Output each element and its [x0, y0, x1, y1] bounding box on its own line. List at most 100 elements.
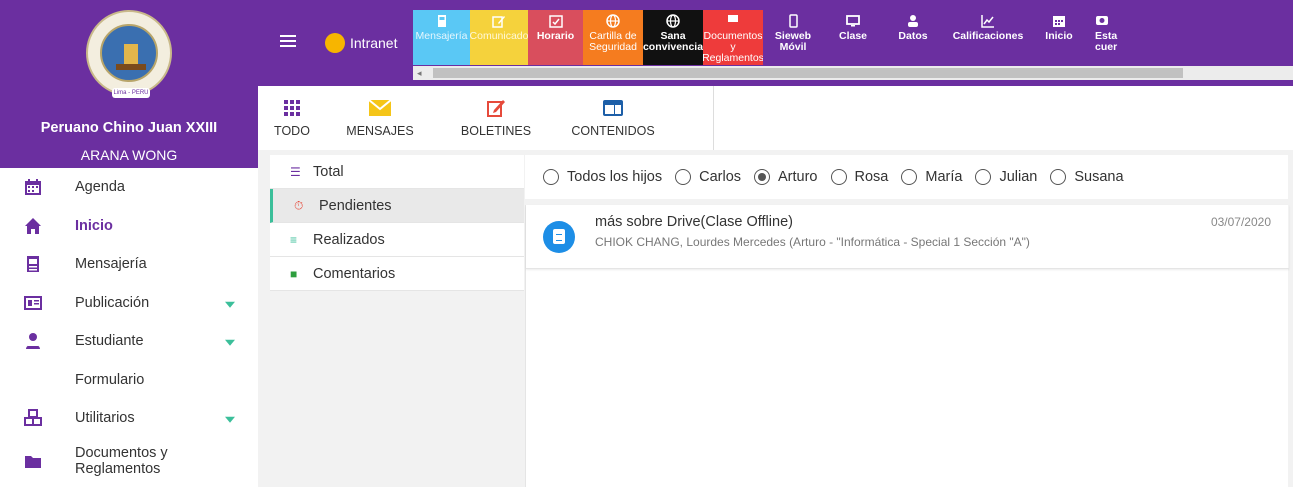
tabs-scrollbar[interactable]: ◂ [413, 66, 1293, 80]
radio-label: Carlos [699, 169, 742, 185]
calendar-icon [1053, 16, 1065, 27]
tab-documentos[interactable]: Documentos y Reglamentos [703, 10, 763, 65]
monitor-icon [846, 15, 860, 27]
newspaper-icon [24, 295, 42, 310]
chevron-down-icon[interactable] [225, 417, 235, 424]
logo-ribbon: Lima - PERU [112, 88, 150, 98]
top-navbar: Intranet Mensajería Comunicado Horario C… [258, 0, 1293, 86]
ship-sail-icon [124, 44, 138, 66]
chevron-down-icon[interactable] [225, 301, 235, 308]
intranet-label[interactable]: Intranet [350, 35, 397, 51]
tab-comunicado[interactable]: Comunicado [470, 10, 528, 65]
sidebar-item-inicio[interactable]: Inicio [0, 207, 258, 246]
status-label: Pendientes [319, 197, 392, 214]
sidebar: Lima - PERU Peruano Chino Juan XXIII ARA… [0, 0, 258, 487]
tab-clase[interactable]: Clase [823, 10, 883, 65]
status-comentarios[interactable]: ■ Comentarios [270, 257, 524, 291]
envelope-icon [27, 256, 39, 273]
status-realizados[interactable]: ≡ Realizados [270, 223, 524, 257]
calendar-icon [25, 179, 41, 196]
edit-icon [487, 100, 505, 117]
chevron-down-icon[interactable] [225, 340, 235, 347]
chart-line-icon [981, 15, 994, 28]
radio-julian[interactable] [975, 169, 992, 185]
user-name: ARANA WONG [80, 147, 178, 163]
school-seal [100, 24, 158, 82]
tab-datos[interactable]: Datos [883, 10, 943, 65]
message-date: 03/07/2020 [1210, 215, 1271, 229]
sidebar-item-documentos[interactable]: Documentos y Reglamentos [0, 438, 258, 484]
school-logo: Lima - PERU [86, 10, 172, 98]
category-bar-fill [713, 86, 1293, 150]
sidebar-item-label: Formulario [75, 371, 145, 388]
sidebar-item-label: Mensajería [75, 256, 147, 273]
radio-label: Arturo [778, 169, 818, 185]
window-icon [603, 100, 623, 116]
ship-hull-icon [116, 64, 146, 70]
tab-horario[interactable]: Horario [528, 10, 583, 65]
children-filter: Todos los hijos Carlos Arturo Rosa María… [525, 155, 1288, 199]
user-icon [908, 15, 918, 27]
status-list: ☰ Total ⏱ Pendientes ≡ Realizados ■ Come… [270, 155, 524, 291]
radio-maria[interactable] [901, 169, 918, 185]
hamburger-menu-icon[interactable] [280, 35, 296, 47]
category-boletines[interactable]: BOLETINES [434, 86, 558, 150]
radio-carlos[interactable] [675, 169, 692, 185]
intranet-dot-icon [325, 33, 345, 53]
scroll-left-icon[interactable]: ◂ [417, 68, 422, 79]
sidebar-item-mensajeria[interactable]: Mensajería [0, 245, 258, 284]
sidebar-item-agenda[interactable]: Agenda [0, 168, 258, 207]
status-label: Realizados [313, 231, 385, 248]
radio-susana[interactable] [1050, 169, 1067, 185]
tab-sieweb-movil[interactable]: Sieweb Móvil [763, 10, 823, 65]
cubes-icon [24, 409, 42, 427]
category-label: TODO [274, 124, 310, 138]
globe-icon [606, 14, 620, 28]
category-todo[interactable]: TODO [258, 86, 326, 150]
category-contenidos[interactable]: CONTENIDOS [558, 86, 668, 150]
radio-todos[interactable] [543, 169, 559, 185]
radio-rosa[interactable] [830, 169, 847, 185]
sidebar-item-label: Agenda [75, 179, 125, 196]
school-name: Peruano Chino Juan XXIII [40, 120, 218, 136]
calendar-check-icon [548, 15, 563, 28]
status-pendientes[interactable]: ⏱ Pendientes [270, 189, 524, 223]
sidebar-item-label: Inicio [75, 217, 113, 234]
radio-arturo[interactable] [754, 169, 771, 185]
home-icon [25, 217, 41, 234]
message-item[interactable]: más sobre Drive(Clase Offline) CHIOK CHA… [526, 205, 1289, 269]
mobile-icon [789, 14, 798, 28]
globe-icon [666, 14, 680, 28]
category-mensajes[interactable]: MENSAJES [326, 86, 434, 150]
sidebar-item-label: Documentos y Reglamentos [75, 444, 168, 477]
category-bar: TODO MENSAJES BOLETINES CONTENIDOS [258, 86, 713, 150]
grid-icon [284, 100, 300, 116]
tab-inicio[interactable]: Inicio [1033, 10, 1085, 65]
sidebar-menu: Agenda Inicio Mensajería Publicación Est… [0, 168, 258, 484]
radio-label: Todos los hijos [567, 169, 663, 185]
status-label: Comentarios [313, 265, 396, 282]
scrollbar-thumb[interactable] [433, 68, 1183, 78]
sidebar-item-utilitarios[interactable]: Utilitarios [0, 399, 258, 438]
folder-icon [728, 15, 738, 22]
message-title[interactable]: más sobre Drive(Clase Offline) [595, 214, 793, 230]
sidebar-item-publicacion[interactable]: Publicación [0, 284, 258, 323]
status-total[interactable]: ☰ Total [270, 155, 524, 189]
tab-sana-convivencia[interactable]: Sana convivencia [643, 10, 703, 65]
sidebar-item-estudiante[interactable]: Estudiante [0, 322, 258, 361]
sidebar-item-label: Utilitarios [75, 410, 135, 427]
tab-cartilla[interactable]: Cartilla de Seguridad [583, 10, 643, 65]
tab-calificaciones[interactable]: Calificaciones [943, 10, 1033, 65]
sidebar-item-formulario[interactable]: Formulario [0, 361, 258, 400]
envelope-icon [437, 15, 446, 27]
module-tabs: Mensajería Comunicado Horario Cartilla d… [413, 10, 1133, 65]
category-label: MENSAJES [346, 124, 414, 138]
message-subtitle: CHIOK CHANG, Lourdes Mercedes (Arturo - … [595, 235, 1030, 249]
check-list-icon: ≡ [290, 232, 298, 247]
stopwatch-icon: ⏱ [294, 198, 304, 212]
tab-estado-cuenta[interactable]: Esta cuer [1085, 10, 1133, 65]
tab-mensajeria[interactable]: Mensajería [413, 10, 470, 65]
folder-icon [25, 455, 41, 468]
radio-label: Julian [999, 169, 1038, 185]
category-label: BOLETINES [460, 124, 532, 138]
